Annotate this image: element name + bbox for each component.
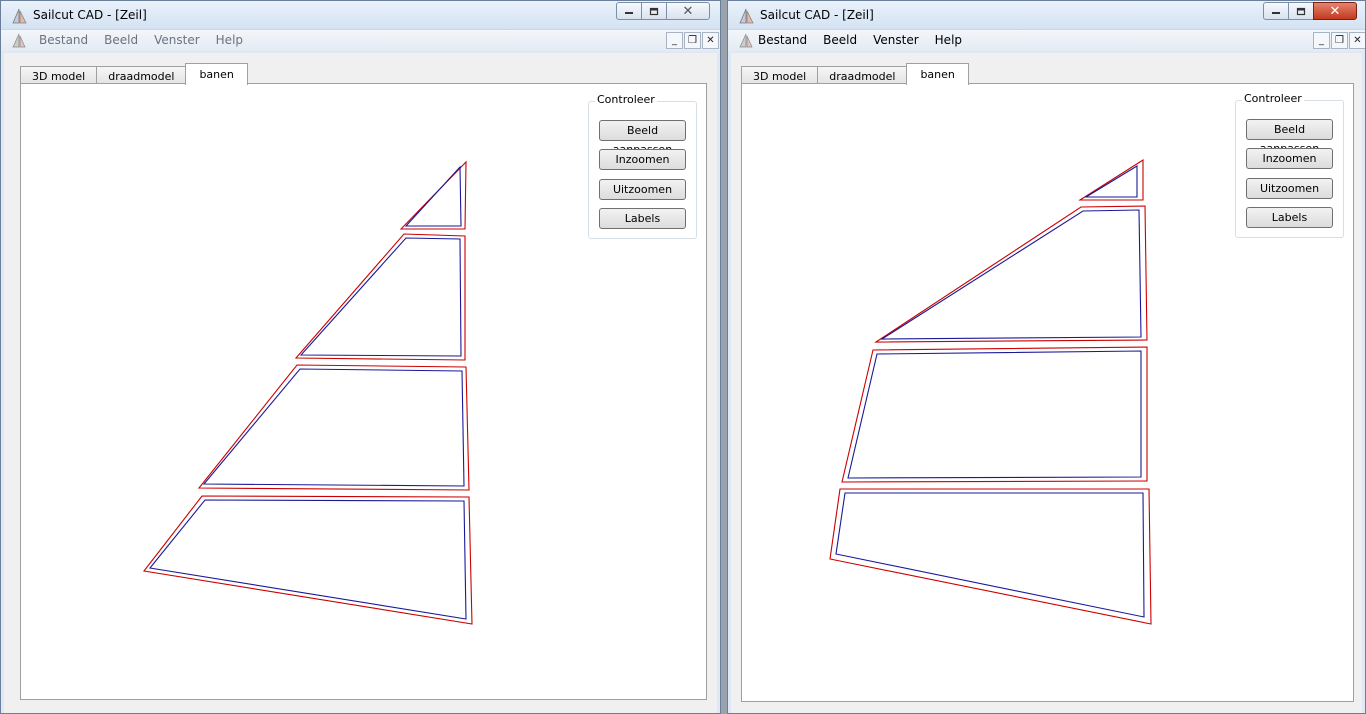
panel-3-inner xyxy=(847,350,1142,479)
panel-4-inner xyxy=(835,492,1145,618)
zoom-in-button[interactable]: Inzoomen xyxy=(599,149,686,170)
close-icon[interactable]: ✕ xyxy=(1313,2,1357,20)
window-title: Sailcut CAD - [Zeil] xyxy=(760,8,874,22)
panel-3-inner xyxy=(202,368,465,487)
zoom-out-button[interactable]: Uitzoomen xyxy=(599,179,686,200)
control-group: Controleer Beeld aanpassen Inzoomen Uitz… xyxy=(588,93,697,239)
menu-venster[interactable]: Venster xyxy=(873,33,919,47)
mdi-minimize-icon[interactable]: _ xyxy=(1313,32,1330,49)
client-area: 3D model draadmodel banen Controleer Bee… xyxy=(731,53,1362,713)
sailcut-app-icon xyxy=(12,8,27,24)
menu-bestand[interactable]: Bestand xyxy=(39,33,88,47)
labels-button[interactable]: Labels xyxy=(599,208,686,229)
panel-1-inner xyxy=(1084,165,1138,198)
control-group-title: Controleer xyxy=(1242,92,1304,105)
tab-banen[interactable]: banen xyxy=(185,63,248,85)
restore-icon[interactable] xyxy=(1288,2,1314,20)
client-area: 3D model draadmodel banen Controleer Bee… xyxy=(4,53,717,713)
panel-4-outline xyxy=(829,488,1152,625)
minimize-icon[interactable] xyxy=(616,2,642,20)
mdi-minimize-icon[interactable]: _ xyxy=(666,32,683,49)
control-group-title: Controleer xyxy=(595,93,657,106)
panel-4-inner xyxy=(148,499,467,620)
panels-view[interactable]: Controleer Beeld aanpassen Inzoomen Uitz… xyxy=(20,83,707,700)
zoom-in-button[interactable]: Inzoomen xyxy=(1246,148,1333,169)
tab-bar: 3D model draadmodel banen xyxy=(741,63,969,85)
document-icon[interactable] xyxy=(11,33,27,49)
menu-help[interactable]: Help xyxy=(935,33,962,47)
mdi-close-icon[interactable]: ✕ xyxy=(1349,32,1365,49)
menu-bar: Bestand Beeld Venster Help _ ❐ ✕ xyxy=(1,29,720,51)
mdi-restore-icon[interactable]: ❐ xyxy=(684,32,701,49)
sailcut-window-left: Sailcut CAD - [Zeil] ✕ Bestand Beeld Ven… xyxy=(0,0,721,714)
mdi-close-icon[interactable]: ✕ xyxy=(702,32,719,49)
fit-view-button[interactable]: Beeld aanpassen xyxy=(1246,119,1333,155)
menu-beeld[interactable]: Beeld xyxy=(823,33,857,47)
restore-icon[interactable] xyxy=(641,2,667,20)
control-group: Controleer Beeld aanpassen Inzoomen Uitz… xyxy=(1235,92,1344,238)
title-bar[interactable]: Sailcut CAD - [Zeil] ✕ xyxy=(728,1,1365,29)
mdi-buttons: _ ❐ ✕ xyxy=(1312,32,1365,49)
mdi-buttons: _ ❐ ✕ xyxy=(665,32,719,49)
labels-button[interactable]: Labels xyxy=(1246,207,1333,228)
sailcut-window-right: Sailcut CAD - [Zeil] ✕ Bestand Beeld Ven… xyxy=(727,0,1366,714)
panel-2-inner xyxy=(880,209,1142,340)
panel-2-inner xyxy=(299,237,462,357)
menu-venster[interactable]: Venster xyxy=(154,33,200,47)
window-title: Sailcut CAD - [Zeil] xyxy=(33,8,147,22)
document-icon[interactable] xyxy=(738,33,754,49)
tab-banen[interactable]: banen xyxy=(906,63,969,85)
caption-buttons: ✕ xyxy=(616,2,710,20)
tab-bar: 3D model draadmodel banen xyxy=(20,63,248,85)
menu-help[interactable]: Help xyxy=(216,33,243,47)
panel-1-outline xyxy=(1078,158,1144,201)
menu-beeld[interactable]: Beeld xyxy=(104,33,138,47)
panel-2-outline xyxy=(874,205,1148,343)
panel-2-outline xyxy=(294,233,466,361)
mdi-restore-icon[interactable]: ❐ xyxy=(1331,32,1348,49)
minimize-icon[interactable] xyxy=(1263,2,1289,20)
menu-bestand[interactable]: Bestand xyxy=(758,33,807,47)
caption-buttons: ✕ xyxy=(1263,2,1357,20)
panels-view[interactable]: Controleer Beeld aanpassen Inzoomen Uitz… xyxy=(741,83,1354,702)
panel-3-outline xyxy=(197,364,470,491)
menu-bar: Bestand Beeld Venster Help _ ❐ ✕ xyxy=(728,29,1365,51)
close-icon[interactable]: ✕ xyxy=(666,2,710,20)
fit-view-button[interactable]: Beeld aanpassen xyxy=(599,120,686,156)
panel-3-outline xyxy=(841,346,1148,483)
zoom-out-button[interactable]: Uitzoomen xyxy=(1246,178,1333,199)
title-bar[interactable]: Sailcut CAD - [Zeil] ✕ xyxy=(1,1,720,29)
sailcut-app-icon xyxy=(739,8,754,24)
